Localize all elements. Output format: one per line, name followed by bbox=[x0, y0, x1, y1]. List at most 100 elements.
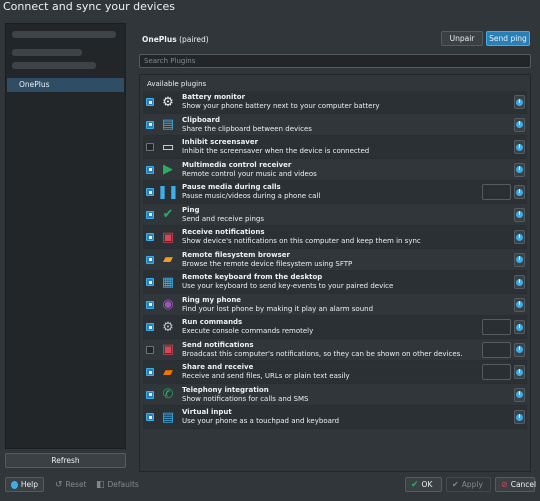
plugin-enable-checkbox[interactable] bbox=[146, 165, 154, 174]
keyboard-icon: ▦ bbox=[161, 274, 175, 290]
ok-button[interactable]: ✔ OK bbox=[405, 477, 442, 492]
blurred-device-row bbox=[12, 49, 82, 56]
plugin-enable-checkbox[interactable] bbox=[146, 300, 154, 309]
plugin-about-button[interactable]: i bbox=[514, 320, 525, 334]
plugin-description: Execute console commands remotely bbox=[182, 327, 314, 335]
apply-button[interactable]: ✔ Apply bbox=[446, 477, 491, 492]
plugin-name: Inhibit screensaver bbox=[182, 138, 259, 146]
plugin-row[interactable]: ▣ Receive notifications Show device's noti… bbox=[143, 226, 527, 249]
plugin-about-button[interactable]: i bbox=[514, 117, 525, 132]
plugin-description: Pause music/videos during a phone call bbox=[182, 192, 321, 200]
plugin-enable-checkbox[interactable] bbox=[146, 210, 154, 219]
plugin-enable-checkbox[interactable] bbox=[146, 323, 154, 331]
plugin-about-button[interactable]: i bbox=[514, 297, 525, 312]
defaults-label: Defaults bbox=[107, 480, 139, 489]
plugin-description: Show your phone battery next to your com… bbox=[182, 102, 380, 110]
plugin-configure-button[interactable] bbox=[482, 319, 511, 335]
plugin-row[interactable]: ▤ Clipboard Share the clipboard between de… bbox=[143, 113, 527, 136]
plugin-row[interactable]: ▰ Share and receive Receive and send files… bbox=[143, 361, 527, 384]
play-icon: ▶ bbox=[163, 162, 173, 177]
bell-icon: ◉ bbox=[162, 297, 174, 312]
search-plugins-input[interactable]: Search Plugins bbox=[139, 54, 531, 68]
plugin-about-button[interactable]: i bbox=[514, 162, 525, 177]
cancel-label: Cancel bbox=[510, 480, 537, 489]
plugin-enable-checkbox[interactable] bbox=[146, 98, 154, 106]
plugin-about-button[interactable]: i bbox=[514, 230, 525, 244]
device-header: OnePlus (paired) bbox=[142, 35, 209, 44]
window-title: Connect and sync your devices bbox=[3, 0, 176, 13]
plugin-about-button[interactable]: i bbox=[514, 95, 525, 109]
plugin-about-button[interactable]: i bbox=[514, 342, 525, 357]
plugin-about-button[interactable]: i bbox=[514, 207, 525, 222]
unpair-button[interactable]: Unpair bbox=[441, 31, 483, 46]
info-icon: i bbox=[516, 121, 523, 128]
plugin-configure-button[interactable] bbox=[482, 341, 511, 358]
plugin-row[interactable]: ⚙ Run commands Execute console commands re… bbox=[143, 316, 527, 339]
phone-icon: ✆ bbox=[162, 387, 174, 402]
cancel-button[interactable]: ⊘ Cancel bbox=[495, 477, 537, 492]
plugin-description: Use your keyboard to send key-events to … bbox=[182, 282, 394, 290]
plugin-row[interactable]: ✔ Ping Send and receive pings i bbox=[143, 203, 527, 226]
defaults-button[interactable]: ◧ Defaults bbox=[91, 477, 144, 492]
plugin-configure-button[interactable] bbox=[482, 184, 511, 200]
device-status: (paired) bbox=[179, 35, 209, 44]
plugin-about-button[interactable]: i bbox=[514, 387, 525, 402]
plugin-row[interactable]: ▤ Virtual input Use your phone as a touchp… bbox=[143, 406, 527, 429]
info-icon: i bbox=[516, 166, 523, 173]
gears-icon: ⚙ bbox=[162, 319, 174, 335]
plugin-about-button[interactable]: i bbox=[514, 140, 525, 154]
window-titlebar: Connect and sync your devices bbox=[0, 0, 540, 14]
plugin-list: ⚙ Battery monitor Show your phone battery … bbox=[143, 91, 527, 429]
defaults-icon: ◧ bbox=[96, 479, 105, 490]
search-placeholder: Search Plugins bbox=[144, 57, 196, 65]
plugin-name: Share and receive bbox=[182, 363, 254, 371]
plugin-row[interactable]: ✆ Telephony integration Show notifications… bbox=[143, 383, 527, 406]
plugin-description: Broadcast this computer's notifications,… bbox=[182, 349, 463, 358]
device-list[interactable]: OnePlus bbox=[5, 23, 126, 449]
plugin-about-button[interactable]: i bbox=[514, 252, 525, 267]
plugin-row[interactable]: ▣ Send notifications Broadcast this comput… bbox=[143, 338, 527, 361]
plugin-configure-button[interactable] bbox=[482, 364, 511, 380]
info-icon: i bbox=[516, 211, 523, 218]
checkmark-icon: ✔ bbox=[162, 207, 174, 222]
plugin-enable-checkbox[interactable] bbox=[146, 188, 154, 196]
plugin-row[interactable]: ⚙ Battery monitor Show your phone battery … bbox=[143, 91, 527, 114]
apply-label: Apply bbox=[461, 480, 483, 489]
blurred-device-row bbox=[12, 31, 116, 38]
plugin-row[interactable]: ❚❚ Pause media during calls Pause music/vi… bbox=[143, 181, 527, 204]
info-icon: i bbox=[516, 323, 523, 331]
info-icon: i bbox=[516, 233, 523, 241]
device-name: OnePlus bbox=[142, 35, 177, 44]
plugin-row[interactable]: ▦ Remote keyboard from the desktop Use you… bbox=[143, 271, 527, 294]
plugin-enable-checkbox[interactable] bbox=[146, 143, 154, 151]
send-ping-button[interactable]: Send ping bbox=[486, 31, 530, 46]
plugin-enable-checkbox[interactable] bbox=[146, 413, 154, 421]
plugin-row[interactable]: ▰ Remote filesystem browser Browse the rem… bbox=[143, 248, 527, 271]
info-icon: i bbox=[516, 368, 523, 376]
plugin-enable-checkbox[interactable] bbox=[146, 345, 154, 354]
pause-icon: ❚❚ bbox=[157, 184, 179, 200]
plugin-enable-checkbox[interactable] bbox=[146, 255, 154, 264]
info-icon: i bbox=[516, 256, 523, 263]
plugin-enable-checkbox[interactable] bbox=[146, 233, 154, 241]
plugin-about-button[interactable]: i bbox=[514, 275, 525, 289]
plugin-row[interactable]: ▭ Inhibit screensaver Inhibit the screensa… bbox=[143, 136, 527, 159]
help-button[interactable]: Help bbox=[5, 477, 44, 492]
refresh-button[interactable]: Refresh bbox=[5, 453, 126, 468]
plugin-about-button[interactable]: i bbox=[514, 410, 525, 424]
plugin-row[interactable]: ▶ Multimedia control receiver Remote contr… bbox=[143, 158, 527, 181]
plugin-description: Inhibit the screensaver when the device … bbox=[182, 147, 370, 155]
reset-button[interactable]: ↺ Reset bbox=[50, 477, 92, 492]
cancel-icon: ⊘ bbox=[501, 480, 508, 489]
clipboard-icon: ▤ bbox=[161, 409, 175, 425]
device-item-oneplus[interactable]: OnePlus bbox=[7, 78, 124, 92]
plugin-name: Battery monitor bbox=[182, 93, 246, 101]
plugin-row[interactable]: ◉ Ring my phone Find your lost phone by ma… bbox=[143, 293, 527, 316]
plugin-about-button[interactable]: i bbox=[514, 185, 525, 199]
plugin-description: Receive and send files, URLs or plain te… bbox=[182, 372, 350, 380]
plugin-enable-checkbox[interactable] bbox=[146, 120, 154, 129]
plugin-enable-checkbox[interactable] bbox=[146, 368, 154, 376]
plugin-enable-checkbox[interactable] bbox=[146, 390, 154, 399]
plugin-about-button[interactable]: i bbox=[514, 365, 525, 379]
plugin-enable-checkbox[interactable] bbox=[146, 278, 154, 286]
